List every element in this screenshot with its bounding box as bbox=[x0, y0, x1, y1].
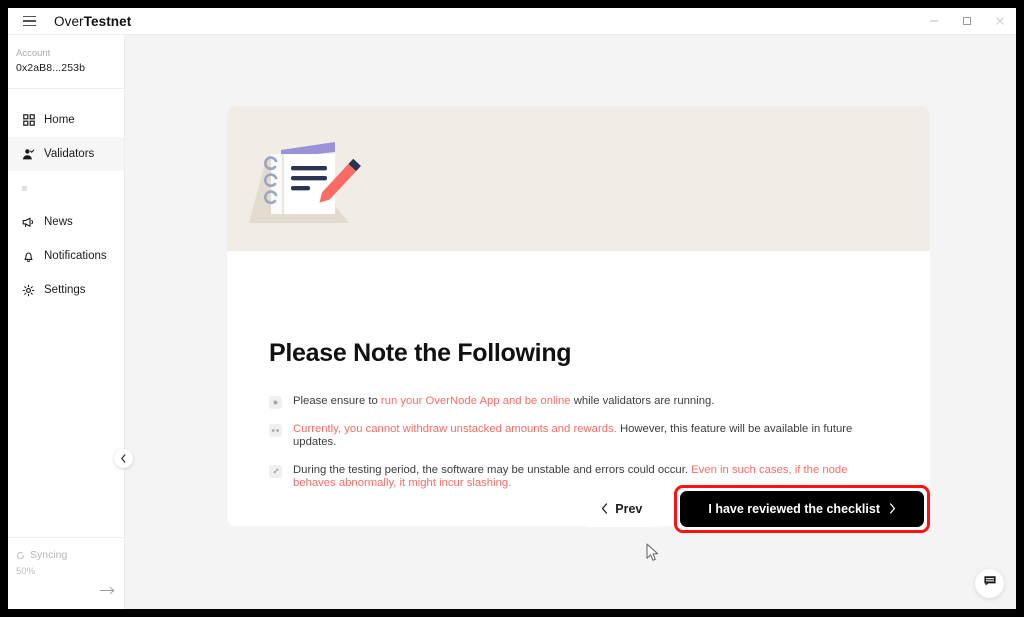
window-controls bbox=[917, 8, 1016, 35]
sidebar-item-home[interactable]: Home bbox=[8, 103, 124, 137]
account-box[interactable]: Account 0x2aB8...253b bbox=[8, 35, 124, 89]
sidebar-item-settings[interactable]: Settings bbox=[8, 273, 124, 307]
note-segment-highlight: Currently, you cannot withdraw unstacked… bbox=[293, 423, 617, 435]
main-content: Please Note the Following Please ensure … bbox=[125, 35, 1016, 609]
account-address: 0x2aB8...253b bbox=[16, 62, 86, 74]
notebook-pencil-illustration bbox=[249, 128, 369, 238]
sidebar: Account 0x2aB8...253b Home Validators Ne… bbox=[8, 35, 133, 609]
prev-button-label: Prev bbox=[615, 502, 643, 516]
hamburger-icon[interactable] bbox=[14, 8, 44, 35]
sidebar-item-validators[interactable]: Validators bbox=[8, 137, 124, 171]
sidebar-item-label: Home bbox=[44, 114, 75, 126]
list-item: Currently, you cannot withdraw unstacked… bbox=[269, 423, 888, 450]
app-title-light: Over bbox=[54, 13, 84, 29]
chat-button[interactable] bbox=[975, 569, 1004, 598]
mouse-pointer-icon bbox=[646, 543, 660, 567]
card-banner bbox=[227, 106, 930, 251]
megaphone-icon bbox=[22, 216, 35, 229]
prev-button[interactable]: Prev bbox=[583, 491, 661, 527]
note-segment: During the testing period, the software … bbox=[293, 463, 692, 476]
page-title: Please Note the Following bbox=[269, 339, 572, 367]
arrow-right-icon[interactable] bbox=[16, 582, 124, 600]
sidebar-item-label: Settings bbox=[44, 284, 86, 296]
reviewed-checklist-button[interactable]: I have reviewed the checklist bbox=[680, 491, 924, 527]
spinner-icon bbox=[16, 551, 25, 560]
note-text: Currently, you cannot withdraw unstacked… bbox=[293, 423, 888, 450]
chevron-left-icon bbox=[120, 450, 127, 468]
grid-icon bbox=[22, 114, 35, 127]
card-footer: Prev I have reviewed the checklist bbox=[227, 485, 930, 533]
note-segment: while validators are running. bbox=[570, 395, 715, 407]
pause-badge-icon bbox=[269, 424, 282, 437]
maximize-icon[interactable] bbox=[950, 8, 983, 35]
note-segment-highlight: run your OverNode App and be online bbox=[380, 395, 571, 407]
gear-icon bbox=[22, 284, 35, 297]
bell-icon bbox=[22, 250, 35, 263]
app-title-bold: Testnet bbox=[83, 13, 132, 29]
screen: OverTestnet Account 0x2aB8...253b Home V… bbox=[0, 0, 1024, 617]
sidebar-item-news[interactable]: News bbox=[8, 205, 124, 239]
notice-card: Please Note the Following Please ensure … bbox=[227, 106, 930, 527]
sync-status: Syncing bbox=[16, 549, 124, 561]
body: Account 0x2aB8...253b Home Validators Ne… bbox=[8, 35, 1016, 609]
account-label: Account bbox=[16, 48, 51, 59]
app-title: OverTestnet bbox=[54, 14, 131, 29]
chat-bubble-icon bbox=[983, 574, 997, 593]
sidebar-placeholder-item bbox=[8, 171, 124, 205]
close-icon[interactable] bbox=[983, 8, 1016, 35]
sidebar-item-label: Notifications bbox=[44, 250, 107, 262]
chevron-right-icon bbox=[889, 502, 896, 516]
sidebar-nav: Home Validators News Notifications Setti… bbox=[8, 89, 124, 307]
sidebar-item-label: News bbox=[44, 216, 73, 228]
sidebar-item-label: Validators bbox=[44, 148, 95, 160]
info-badge-icon bbox=[269, 396, 282, 409]
user-check-icon bbox=[22, 148, 35, 161]
sidebar-footer: Syncing 50% bbox=[8, 537, 124, 609]
sync-label: Syncing bbox=[30, 549, 68, 561]
primary-button-highlight: I have reviewed the checklist bbox=[674, 485, 930, 533]
chevron-left-icon bbox=[601, 502, 608, 516]
minimize-icon[interactable] bbox=[917, 8, 950, 35]
reviewed-checklist-label: I have reviewed the checklist bbox=[708, 502, 880, 516]
sidebar-collapse-button[interactable] bbox=[114, 449, 133, 468]
sidebar-item-notifications[interactable]: Notifications bbox=[8, 239, 124, 273]
note-segment: Please ensure to bbox=[293, 395, 381, 407]
title-bar: OverTestnet bbox=[8, 8, 1016, 35]
note-text: Please ensure to run your OverNode App a… bbox=[293, 395, 714, 408]
app-window: OverTestnet Account 0x2aB8...253b Home V… bbox=[8, 8, 1016, 609]
expand-badge-icon bbox=[269, 464, 282, 478]
placeholder-dot-icon bbox=[22, 185, 27, 191]
list-item: Please ensure to run your OverNode App a… bbox=[269, 395, 888, 409]
sync-percent: 50% bbox=[16, 566, 36, 577]
